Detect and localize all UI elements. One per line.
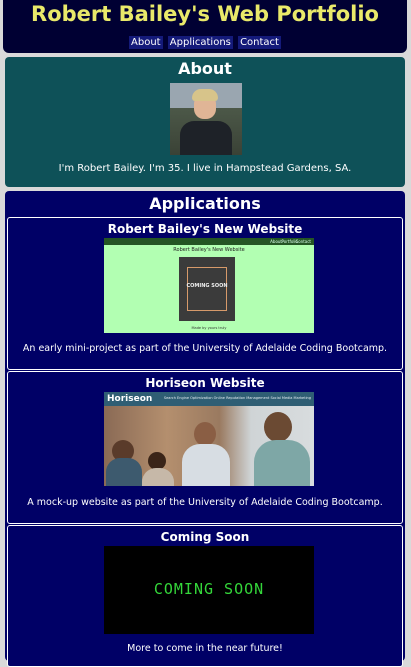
applications-section: Applications Robert Bailey's New Website… <box>5 191 405 667</box>
app-screenshot-horiseon[interactable]: Horiseon Search Engine Optimization Onli… <box>104 392 314 486</box>
profile-photo <box>170 83 242 155</box>
main-nav: About Applications Contact <box>3 36 407 49</box>
nav-link-about[interactable]: About <box>129 36 163 49</box>
app-card-description: A mock-up website as part of the Univers… <box>27 497 383 508</box>
site-header: Robert Bailey's Web Portfolio About Appl… <box>3 0 407 53</box>
site-title: Robert Bailey's Web Portfolio <box>31 2 379 26</box>
app-card-coming-soon: Coming Soon COMING SOON More to come in … <box>7 525 403 667</box>
app-card-title: Robert Bailey's New Website <box>107 222 303 236</box>
app-card-new-website: Robert Bailey's New Website About Portfo… <box>7 217 403 370</box>
nav-link-contact[interactable]: Contact <box>238 36 281 49</box>
about-section: About I'm Robert Bailey. I'm 35. I live … <box>5 57 405 187</box>
app-card-title: Coming Soon <box>160 530 250 544</box>
nav-link-applications[interactable]: Applications <box>167 36 233 49</box>
about-heading: About <box>178 59 232 78</box>
app-screenshot-new-website[interactable]: About Portfolio Contact Robert Bailey's … <box>104 238 314 333</box>
app-card-description: An early mini-project as part of the Uni… <box>22 343 388 354</box>
app-card-description: More to come in the near future! <box>127 643 283 654</box>
about-text: I'm Robert Bailey. I'm 35. I live in Ham… <box>58 163 352 174</box>
app-card-horiseon: Horiseon Website Horiseon Search Engine … <box>7 371 403 524</box>
applications-heading: Applications <box>149 194 261 213</box>
app-card-title: Horiseon Website <box>145 376 265 390</box>
coming-soon-image: COMING SOON <box>104 546 314 634</box>
